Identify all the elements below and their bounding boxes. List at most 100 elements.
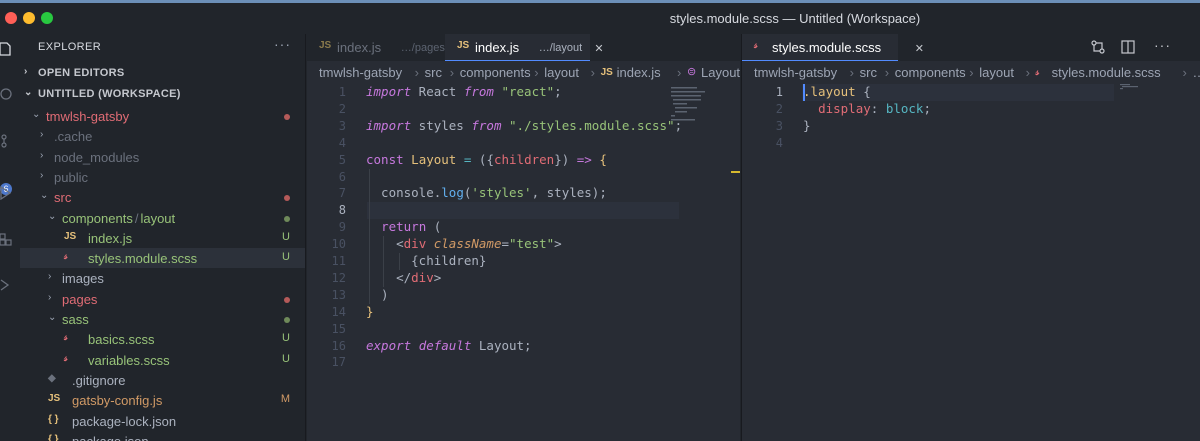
symbol-icon: ⊜ (687, 66, 697, 78)
chevron-right-icon: › (414, 65, 419, 80)
breadcrumb-item[interactable]: … (1193, 65, 1200, 80)
breadcrumb-item[interactable]: components (460, 65, 531, 80)
line-number: 1 (775, 85, 783, 99)
code-token: "./styles.module.scss" (509, 117, 675, 133)
tab-label: styles.module.scss (772, 40, 882, 55)
scss-file-icon: 𝓈 (1035, 67, 1040, 78)
open-changes-icon[interactable] (1091, 40, 1105, 54)
code-line: </div> (366, 270, 441, 285)
source-control-icon[interactable] (0, 134, 14, 148)
git-status-badge: U (282, 352, 290, 365)
editor-tab[interactable]: JS index.js …/pages (307, 34, 445, 61)
tree-item-label: gatsby-config.js (72, 393, 163, 409)
file-item[interactable]: ◆ .gitignore (20, 370, 305, 390)
breadcrumb-item[interactable]: index.js (617, 65, 661, 80)
breadcrumb-item[interactable]: tmwlsh-gatsby (754, 65, 837, 80)
files-icon[interactable] (0, 42, 14, 56)
line-number: 2 (338, 101, 346, 116)
breadcrumb-item[interactable]: src (425, 65, 442, 80)
breadcrumb-item[interactable]: tmwlsh-gatsby (319, 65, 402, 80)
tree-item-label: sass (62, 312, 89, 327)
file-item[interactable]: { } package.json (20, 431, 305, 441)
folder-item[interactable]: › images (20, 268, 305, 288)
split-editor-icon[interactable] (1121, 40, 1135, 54)
folder-item[interactable]: › .cache (20, 126, 305, 146)
breadcrumb-item[interactable]: Layout (701, 65, 740, 80)
line-number: 5 (338, 152, 346, 167)
folder-item[interactable]: › node_modules (20, 147, 305, 167)
code-token: Layout (411, 151, 457, 167)
file-item[interactable]: { } package-lock.json (20, 411, 305, 431)
code-token: const (366, 151, 404, 167)
code-token: > (554, 236, 562, 252)
title-bar: styles.module.scss — Untitled (Workspace… (0, 0, 1200, 34)
line-number: 13 (331, 287, 346, 302)
search-icon[interactable] (0, 88, 14, 102)
js-file-icon: JS (64, 230, 77, 242)
code-token: console. (366, 185, 442, 201)
editor-tabs: JS index.js …/pages JS index.js …/layout ✕ (307, 34, 740, 61)
file-item[interactable]: 𝓈 basics.scss U (20, 329, 305, 349)
folder-item[interactable]: ⌄ components / layout (20, 208, 305, 228)
folder-item[interactable]: ⌄ tmwlsh-gatsby (20, 106, 305, 126)
json-file-icon: { } (48, 433, 59, 441)
line-number: 17 (331, 355, 346, 370)
chevron-right-icon: › (849, 65, 854, 80)
chevron-down-icon: ⌄ (48, 312, 57, 323)
tree-item-label: .gitignore (72, 372, 126, 388)
git-file-icon: ◆ (48, 372, 56, 384)
breadcrumb-item[interactable]: styles.module.scss (1052, 65, 1161, 80)
breadcrumb-item[interactable]: components (895, 65, 966, 80)
minimap[interactable] (1120, 84, 1140, 90)
open-editors-section[interactable]: › OPEN EDITORS (20, 64, 305, 82)
minimap[interactable] (671, 86, 711, 146)
git-status-dot (284, 296, 290, 303)
json-file-icon: { } (48, 413, 59, 425)
editor-tab[interactable]: JS index.js …/layout ✕ (445, 34, 604, 61)
explorer-title: EXPLORER (38, 41, 102, 53)
code-token: : (870, 100, 886, 116)
line-number: 6 (338, 169, 346, 184)
code-token: ( (426, 219, 442, 235)
code-token: ({ (471, 151, 494, 167)
breadcrumb-item[interactable]: layout (979, 65, 1014, 80)
code-token: ; (554, 84, 562, 99)
explorer-sidebar: EXPLORER ··· › OPEN EDITORS ⌄ UNTITLED (… (20, 34, 306, 441)
tree-item-label: styles.module.scss (88, 251, 198, 267)
code-line: <div className="test"> (366, 236, 562, 251)
js-file-icon: JS (319, 40, 332, 51)
file-item[interactable]: JS index.js U (20, 228, 305, 248)
explorer-more-actions-icon[interactable]: ··· (274, 36, 291, 52)
breadcrumb-item[interactable]: src (860, 65, 877, 80)
breadcrumb-item[interactable]: layout (544, 65, 579, 80)
tree-item-label: variables.scss (88, 352, 170, 368)
close-tab-icon[interactable]: ✕ (594, 42, 603, 55)
close-tab-icon[interactable]: ✕ (915, 42, 924, 55)
git-status-dot (284, 215, 290, 222)
file-item[interactable]: 𝓈 styles.module.scss U (20, 248, 305, 269)
more-actions-icon[interactable]: ··· (1154, 37, 1171, 53)
folder-item[interactable]: › pages (20, 289, 305, 309)
remote-icon[interactable] (0, 278, 14, 292)
code-token: div (403, 236, 427, 252)
folder-item[interactable]: ⌄ sass (20, 309, 305, 329)
workspace-section[interactable]: ⌄ UNTITLED (WORKSPACE) (20, 85, 305, 103)
extensions-icon[interactable] (0, 232, 14, 246)
line-number: 3 (775, 118, 783, 133)
folder-item[interactable]: ⌄ src (20, 187, 305, 207)
folder-item[interactable]: › public (20, 167, 305, 187)
file-item[interactable]: 𝓈 variables.scss U (20, 350, 305, 370)
scss-file-icon: 𝓈 (64, 332, 68, 344)
editor-tab[interactable]: 𝓈 styles.module.scss ✕ (742, 34, 924, 61)
file-item[interactable]: JS gatsby-config.js M (20, 390, 305, 410)
git-status-dot (284, 317, 290, 323)
tab-label: index.js (475, 40, 520, 55)
compact-folder-separator: / (134, 210, 139, 226)
tab-description: …/layout (538, 42, 583, 54)
chevron-right-icon: › (534, 65, 539, 80)
js-file-icon: JS (600, 67, 613, 78)
line-number: 4 (775, 135, 783, 150)
run-debug-icon[interactable] (0, 186, 14, 200)
